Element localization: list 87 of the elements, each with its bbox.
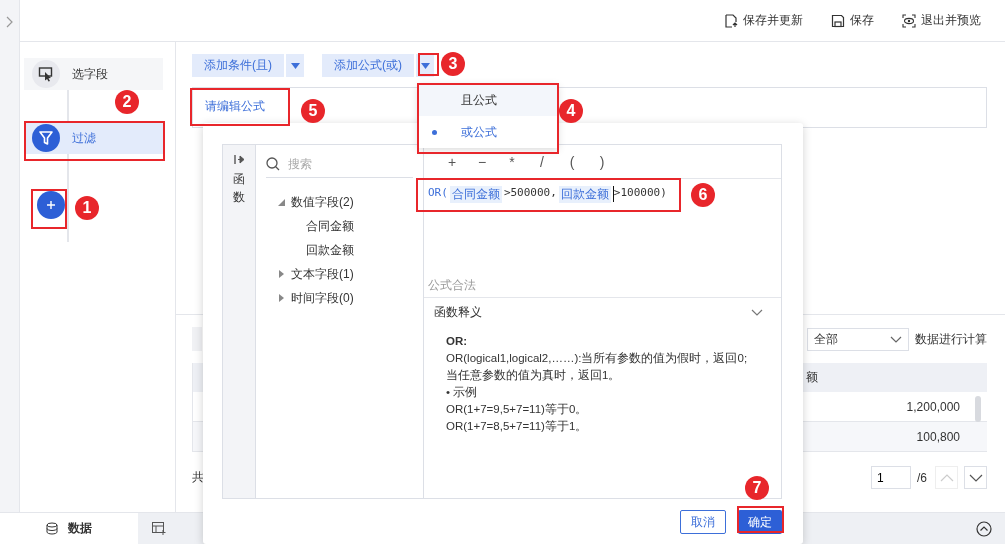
highlight-frame: [418, 53, 439, 76]
toolbar-button[interactable]: 退出并预览: [902, 12, 981, 29]
highlight-frame: [31, 189, 67, 229]
toolbar-label: 退出并预览: [921, 12, 981, 29]
tree-label: 数值字段(2): [291, 193, 354, 211]
eye-icon: [902, 13, 916, 28]
search-icon: [266, 157, 280, 171]
collapsed-triangle-icon: [278, 270, 285, 278]
text-cursor: [612, 186, 614, 202]
caret-icon: [290, 62, 300, 69]
function-token: OR(: [428, 186, 448, 199]
tree-group[interactable]: 文本字段(1): [266, 262, 413, 286]
operator-button[interactable]: −: [470, 153, 494, 170]
menu-item[interactable]: 且公式: [418, 84, 558, 116]
field-token: 回款金额: [558, 186, 611, 203]
formula-text: >100000): [613, 186, 667, 199]
help-title: 函数释义: [434, 304, 482, 321]
step-number: 5: [301, 99, 325, 123]
calc-label: 数据进行计算: [915, 330, 987, 348]
operator-button[interactable]: (: [560, 153, 584, 170]
toolbar-label: 保存并更新: [743, 12, 803, 29]
step-item[interactable]: 选字段: [24, 58, 163, 90]
expand-icon[interactable]: [5, 16, 14, 28]
scrollbar[interactable]: [975, 396, 981, 422]
step-number: 2: [115, 90, 139, 114]
chevron-down-icon: [968, 473, 983, 482]
field-token: 合同金额: [449, 186, 502, 203]
add-table-icon[interactable]: [152, 522, 166, 535]
page-field[interactable]: 1: [871, 466, 911, 489]
operator-button[interactable]: +: [440, 153, 464, 170]
tree-label: 文本字段(1): [291, 265, 354, 283]
search-field[interactable]: 搜索: [266, 155, 413, 178]
tab-label: 数据: [68, 520, 92, 537]
step-number: 1: [75, 196, 99, 220]
formula-text: >500000,: [503, 186, 557, 199]
field-item[interactable]: 回款金额: [266, 238, 413, 262]
operator-button[interactable]: /: [530, 153, 554, 170]
page-count: /6: [917, 470, 927, 485]
add-step-button[interactable]: [37, 191, 65, 219]
menu-item[interactable]: 或公式: [418, 116, 558, 148]
plus-icon: [46, 200, 56, 210]
chevron-icon[interactable]: [751, 309, 763, 316]
dropdown-button[interactable]: [286, 54, 304, 77]
add-button[interactable]: 添加公式(或): [322, 54, 414, 77]
function-name: OR:: [446, 334, 469, 349]
expanded-triangle-icon: [278, 198, 285, 206]
step-item[interactable]: 过滤: [24, 122, 163, 154]
caret-icon: [420, 62, 430, 69]
data-tab[interactable]: 数据: [0, 513, 138, 544]
help-text: OR(logical1,logical2,……):当所有参数的值为假时，返回0;: [446, 351, 749, 366]
tree-group[interactable]: 数值字段(2): [266, 190, 413, 214]
collapse-panel-icon[interactable]: [233, 155, 245, 164]
step-number: 3: [441, 52, 465, 76]
edit-formula-link[interactable]: 请编辑公式: [205, 99, 265, 113]
operator-button[interactable]: ): [590, 153, 614, 170]
chevron-icon: [890, 335, 902, 343]
database-icon: [46, 522, 58, 535]
help-text: 当任意参数的值为真时，返回1。: [446, 368, 622, 383]
add-button[interactable]: 添加条件(且): [192, 54, 284, 77]
step-label: 选字段: [72, 65, 108, 83]
highlight-frame: [737, 506, 784, 533]
filter-icon: [38, 130, 54, 146]
tree-label: 时间字段(0): [291, 289, 354, 307]
chevron-up-icon: [939, 473, 954, 482]
field-item[interactable]: 合同金额: [266, 214, 413, 238]
step-label: 过滤: [72, 129, 96, 147]
tree-group[interactable]: 时间字段(0): [266, 286, 413, 310]
toolbar-button[interactable]: 保存: [831, 12, 874, 29]
next-page-button[interactable]: [964, 466, 987, 489]
total-label: 共: [192, 469, 204, 486]
step-number: 4: [559, 99, 583, 123]
collapsed-triangle-icon: [278, 294, 285, 302]
collapse-icon[interactable]: [976, 520, 992, 537]
toolbar-label: 保存: [850, 12, 874, 29]
save-icon: [831, 13, 845, 28]
cancel-button[interactable]: 取消: [680, 510, 726, 534]
help-text: OR(1+7=8,5+7=11)等于1。: [446, 419, 589, 434]
toolbar-button[interactable]: 保存并更新: [724, 12, 803, 29]
cursor-icon: [38, 66, 54, 82]
menu-label: 且公式: [461, 91, 497, 109]
function-tab[interactable]: 函数: [233, 170, 245, 206]
range-select[interactable]: 全部: [807, 327, 909, 351]
menu-label: 或公式: [461, 123, 497, 141]
validation-status: 公式合法: [424, 274, 781, 298]
save-update-icon: [724, 13, 738, 28]
operator-button[interactable]: *: [500, 153, 524, 170]
help-text: OR(1+7=9,5+7=11)等于0。: [446, 402, 589, 417]
